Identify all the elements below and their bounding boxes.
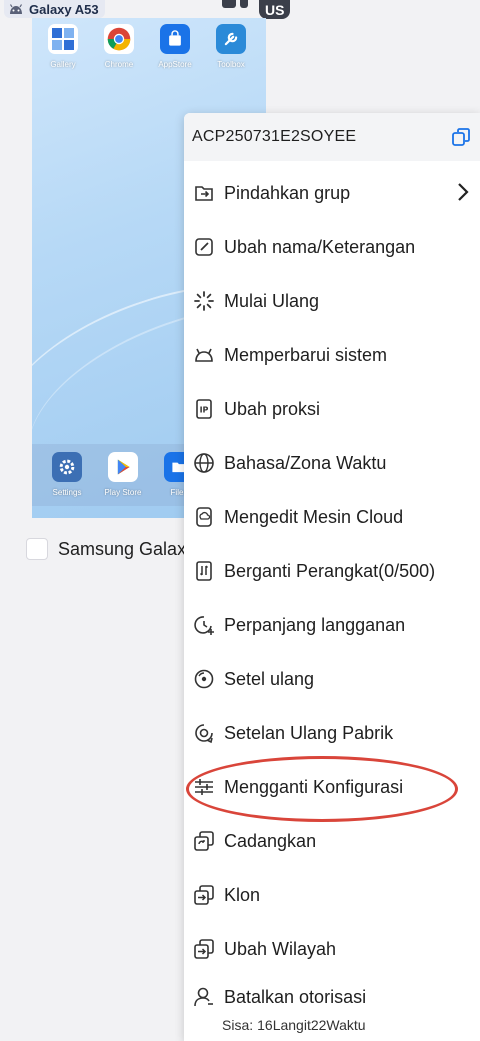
menu-item-edit-cloud-machine[interactable]: Mengedit Mesin Cloud [184, 497, 480, 537]
status-indicator-icon [222, 0, 236, 8]
device-select-row[interactable]: Samsung Galax [26, 538, 186, 560]
proxy-icon: IP [192, 397, 216, 421]
menu-item-label: Berganti Perangkat(0/500) [224, 560, 436, 581]
menu-item-label: Mulai Ulang [224, 290, 320, 311]
menu-item-change-proxy[interactable]: IP Ubah proksi [184, 389, 480, 429]
android-icon [192, 343, 216, 367]
app-settings[interactable]: Settings [50, 452, 84, 497]
android-icon [9, 4, 23, 14]
menu-item-label: Mengedit Mesin Cloud [224, 506, 404, 527]
backup-icon [192, 829, 216, 853]
app-chrome[interactable]: Chrome [102, 24, 136, 69]
menu-item-backup[interactable]: Cadangkan [184, 821, 480, 861]
renew-icon [192, 613, 216, 637]
device-name-tag: Galaxy A53 [4, 0, 105, 18]
menu-item-change-configuration[interactable]: Mengganti Konfigurasi [184, 767, 480, 807]
cloud-machine-icon [192, 505, 216, 529]
app-playstore[interactable]: Play Store [104, 452, 142, 497]
menu-item-label: Setelan Ulang Pabrik [224, 722, 394, 743]
menu-item-label: Pindahkan grup [224, 182, 351, 203]
clone-icon [192, 883, 216, 907]
menu-item-move-group[interactable]: Pindahkan grup [184, 173, 480, 213]
device-checkbox[interactable] [26, 538, 48, 560]
appstore-icon [160, 24, 190, 54]
menu-item-label: Batalkan otorisasi [224, 986, 367, 1007]
status-icons [222, 0, 248, 8]
app-label: AppStore [158, 60, 192, 69]
remaining-time: Sisa: 16Langit22Waktu [222, 1017, 366, 1033]
app-appstore[interactable]: AppStore [158, 24, 192, 69]
sliders-icon [192, 775, 216, 799]
home-app-row: Gallery Chrome AppStore Toolbox [46, 24, 248, 69]
settings-icon [52, 452, 82, 482]
region-icon [192, 937, 216, 961]
user-icon [192, 985, 216, 1009]
menu-item-label: Setel ulang [224, 668, 315, 689]
globe-icon [192, 451, 216, 475]
menu-item-revoke-authorization[interactable]: Batalkan otorisasi [184, 977, 480, 1017]
menu-item-label: Ubah Wilayah [224, 938, 337, 959]
switch-device-icon [192, 559, 216, 583]
menu-item-change-region[interactable]: Ubah Wilayah [184, 929, 480, 969]
menu-item-renew-subscription[interactable]: Perpanjang langganan [184, 605, 480, 645]
app-gallery[interactable]: Gallery [46, 24, 80, 69]
region-badge: US [259, 0, 291, 19]
svg-text:IP: IP [200, 406, 209, 415]
status-indicator-icon [240, 0, 248, 8]
toolbox-icon [216, 24, 246, 54]
app-label: Gallery [50, 60, 76, 69]
menu-item-label: Klon [224, 884, 261, 905]
copy-icon[interactable] [450, 126, 472, 148]
menu-header: ACP250731E2SOYEE [184, 113, 480, 161]
menu-item-factory-reset[interactable]: Setelan Ulang Pabrik [184, 713, 480, 753]
menu-item-label: Mengganti Konfigurasi [224, 776, 404, 797]
playstore-icon [108, 452, 138, 482]
device-card-label: Samsung Galax [58, 538, 187, 559]
device-name: Galaxy A53 [29, 1, 99, 17]
app-label: Toolbox [217, 60, 245, 69]
menu-item-label: Bahasa/Zona Waktu [224, 452, 387, 473]
device-id: ACP250731E2SOYEE [192, 128, 357, 145]
menu-item-restart[interactable]: Mulai Ulang [184, 281, 480, 321]
menu-item-reset[interactable]: Setel ulang [184, 659, 480, 699]
restart-icon [192, 289, 216, 313]
menu-item-rename[interactable]: Ubah nama/Keterangan [184, 227, 480, 267]
menu-item-label: Cadangkan [224, 830, 317, 851]
menu-item-clone[interactable]: Klon [184, 875, 480, 915]
app-label: Play Store [104, 488, 142, 497]
menu-item-update-system[interactable]: Memperbarui sistem [184, 335, 480, 375]
chevron-right-icon [458, 183, 469, 201]
reset-icon [192, 667, 216, 691]
menu-item-label: Ubah proksi [224, 398, 321, 419]
menu-item-label: Perpanjang langganan [224, 614, 406, 635]
app-toolbox[interactable]: Toolbox [214, 24, 248, 69]
remaining-label: Sisa: [222, 1017, 254, 1033]
menu-item-label: Memperbarui sistem [224, 344, 388, 365]
app-label: Settings [52, 488, 82, 497]
factory-reset-icon [192, 721, 216, 745]
gallery-icon [48, 24, 78, 54]
edit-icon [192, 235, 216, 259]
remaining-value: 16Langit22Waktu [257, 1017, 366, 1033]
move-group-icon [192, 181, 216, 205]
menu-item-label: Ubah nama/Keterangan [224, 236, 416, 257]
app-label: Chrome [104, 60, 134, 69]
chrome-icon [104, 24, 134, 54]
menu-item-switch-device[interactable]: Berganti Perangkat(0/500) [184, 551, 480, 591]
menu-item-language-timezone[interactable]: Bahasa/Zona Waktu [184, 443, 480, 483]
